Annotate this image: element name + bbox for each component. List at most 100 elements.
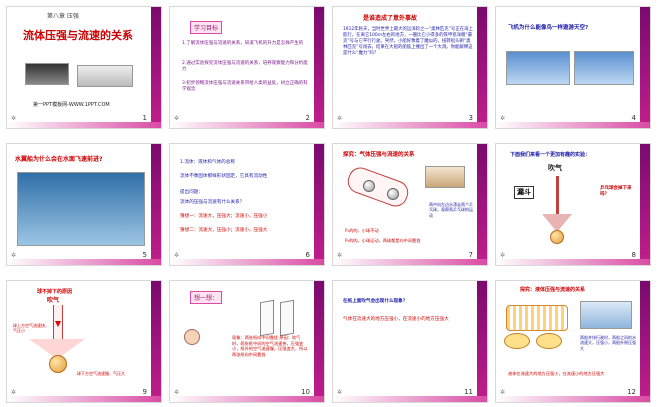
slide-number: 5 [142,251,147,259]
paper-sheet-right [280,299,294,337]
transition-star-icon: ✲ [337,389,343,396]
flow-diagram [506,305,568,331]
slide-title: 流体压强与流速的关系 [23,29,133,42]
slide-thumbnail-12[interactable]: 探究：液体压强与流速的关系 两船并排行驶时，两船之间的水流速大，压强小，两船外侧… [495,280,651,403]
conclusion-text: 气体在流速大的地方压强小，在流速小的地方压强大 [343,317,449,322]
airflow-arrow-icon [55,321,61,327]
slide-heading-tag: 学习目标 [190,21,223,34]
blowing-demo-photo [425,166,465,188]
slide-bottom-bar [333,122,487,128]
conclusion-text: 液体在流速大的地方压强小，在流速小的地方压强大 [508,371,605,376]
explanation-text: 现象：两张纸向中间靠拢 原因：吹气时，两张纸中间的空气流速快，压强变小，纸外的空… [232,335,308,358]
slide-heading: 是谁造成了意外事故 [363,15,418,22]
slide-number: 9 [142,388,147,396]
slide-number: 8 [631,251,636,259]
slide-thumbnail-9[interactable]: 球不掉下的原因 吹气 球上方空气流速快，气压小 球下方空气流速慢，气压大 ✲ 9 [6,280,162,403]
slide-bottom-bar [7,259,161,265]
slide-bottom-bar [496,259,650,265]
transition-star-icon: ✲ [174,115,180,122]
slide-heading: 球不掉下的原因 [37,289,73,295]
slide-decoration [314,144,324,265]
apparatus-tube [344,164,412,210]
slide-decoration [151,281,161,402]
slide-decoration [477,281,487,402]
transition-star-icon: ✲ [11,389,17,396]
slide-decoration [314,7,324,128]
transition-star-icon: ✲ [500,389,506,396]
slide-number: 2 [305,114,310,122]
slide-number: 10 [301,388,310,396]
line-3: 提出问题： [180,190,203,195]
slide-decoration [477,144,487,265]
paper-sheet-left [260,299,274,337]
slide-number: 6 [305,251,310,259]
slide-thumbnail-6[interactable]: 1.流体：液体和气体的总称 流体不像固体那样形状固定，它具有流动性 提出问题： … [169,143,325,266]
transition-star-icon: ✲ [337,115,343,122]
slide-heading: 在纸上面吹气会出现什么现象？ [343,299,408,304]
hydrofoil-boat-photo [17,172,145,246]
slide-number: 11 [464,388,473,396]
slide-bottom-bar [496,396,650,402]
ball-left [363,180,375,192]
ping-pong-ball [49,355,67,373]
transition-star-icon: ✲ [500,115,506,122]
line-2: 流体不像固体那样形状固定，它具有流动性 [180,174,268,179]
slide-thumbnail-7[interactable]: 探究：气体压强与流速的关系 两中向左边水漂走两个乒乓球，观察两乒乓球的运动 P₁… [332,143,488,266]
slide-number: 7 [468,251,473,259]
slide-thumbnail-8[interactable]: 下面我们来看一个更加有趣的实验： 吹气 漏斗 乒乓球会掉下来吗？ ✲ 8 [495,143,651,266]
slide-thumbnail-2[interactable]: 学习目标 1.了解流体压强与流速的关系，知道飞机的升力是怎样产生的 2.通过实验… [169,6,325,129]
slide-thumbnail-10[interactable]: 想一想： 现象：两张纸向中间靠拢 原因：吹气时，两张纸中间的空气流速快，压强变小… [169,280,325,403]
slide-decoration [477,7,487,128]
person-head [184,329,200,345]
goal-item-1: 1.了解流体压强与流速的关系，知道飞机的升力是怎样产生的 [182,41,304,46]
footer-site: 第一PPT模板网-WWW.1PPT.COM [33,102,110,108]
slide-thumbnail-1[interactable]: 第八章 压强 流体压强与流速的关系 第一PPT模板网-WWW.1PPT.COM … [6,6,162,129]
funnel-label: 漏斗 [514,186,534,200]
slide-thumbnail-11[interactable]: 在纸上面吹气会出现什么现象？ 气体在流速大的地方压强小，在流速小的地方压强大 ✲… [332,280,488,403]
bird-sky-photo [574,51,634,85]
slide-bottom-bar [170,259,324,265]
slide-decoration [640,144,650,265]
blow-label: 吹气 [548,164,562,172]
slide-number: 12 [627,388,636,396]
label-p1: P₁的的，小球不动 [345,228,379,233]
transition-star-icon: ✲ [11,252,17,259]
blow-label: 吹气 [47,297,60,304]
slide-number: 1 [142,114,147,122]
slide-thumbnail-5[interactable]: 水翼船为什么会在水面飞速前进? ✲ 5 [6,143,162,266]
slide-thumbnail-4[interactable]: 飞机为什么能像鸟一样遨游天空? ✲ 4 [495,6,651,129]
slide-sorter-grid: 第八章 压强 流体压强与流速的关系 第一PPT模板网-WWW.1PPT.COM … [0,0,660,407]
slide-heading: 水翼船为什么会在水面飞速前进? [15,156,103,163]
side-note: 两船并排行驶时，两船之间的水流速大，压强小，两船外侧压强大 [580,335,636,351]
slide-heading: 探究：液体压强与流速的关系 [520,287,586,293]
boat-left [504,333,530,349]
airplane-photo [77,65,133,87]
slide-bottom-bar [170,396,324,402]
demo-note: 两中向左边水漂走两个乒乓球，观察两乒乓球的运动 [429,202,473,218]
slide-bottom-bar [7,122,161,128]
slide-bottom-bar [333,259,487,265]
top-pressure-note: 球上方空气流速快，气压小 [13,323,49,334]
story-body: 1912年秋天，当时世界上最大的远洋轮之一“奥林匹克”号正在海上航行，在离它10… [343,27,473,56]
ball-right [387,188,399,200]
slide-bottom-bar [496,122,650,128]
slide-number: 4 [631,114,636,122]
line-4: 流体的压强与流速有什么关系？ [180,200,245,205]
guess-1: 猜想一：流速大，压强大；流速小，压强小 [180,214,268,219]
boat-right [536,333,562,349]
transition-star-icon: ✲ [500,252,506,259]
chapter-label: 第八章 压强 [47,13,79,20]
race-car-photo [25,63,69,85]
slide-bottom-bar [7,396,161,402]
slide-decoration [151,144,161,265]
label-p2: P₂的的，小球运动，两球都是向中间靠拢 [345,238,421,243]
slide-decoration [151,7,161,128]
transition-star-icon: ✲ [174,389,180,396]
goal-item-3: 3.初步领略流体压强与流速关系带给人类的益处，树立正确的科学观念 [182,81,308,93]
bottom-pressure-note: 球下方空气流速慢，气压大 [77,371,125,376]
slide-thumbnail-3[interactable]: 是谁造成了意外事故 1912年秋天，当时世界上最大的远洋轮之一“奥林匹克”号正在… [332,6,488,129]
ping-pong-ball [550,230,564,244]
airplane-sky-photo [506,51,570,85]
slide-heading: 下面我们来看一个更加有趣的实验： [510,152,591,158]
slide-decoration [314,281,324,402]
